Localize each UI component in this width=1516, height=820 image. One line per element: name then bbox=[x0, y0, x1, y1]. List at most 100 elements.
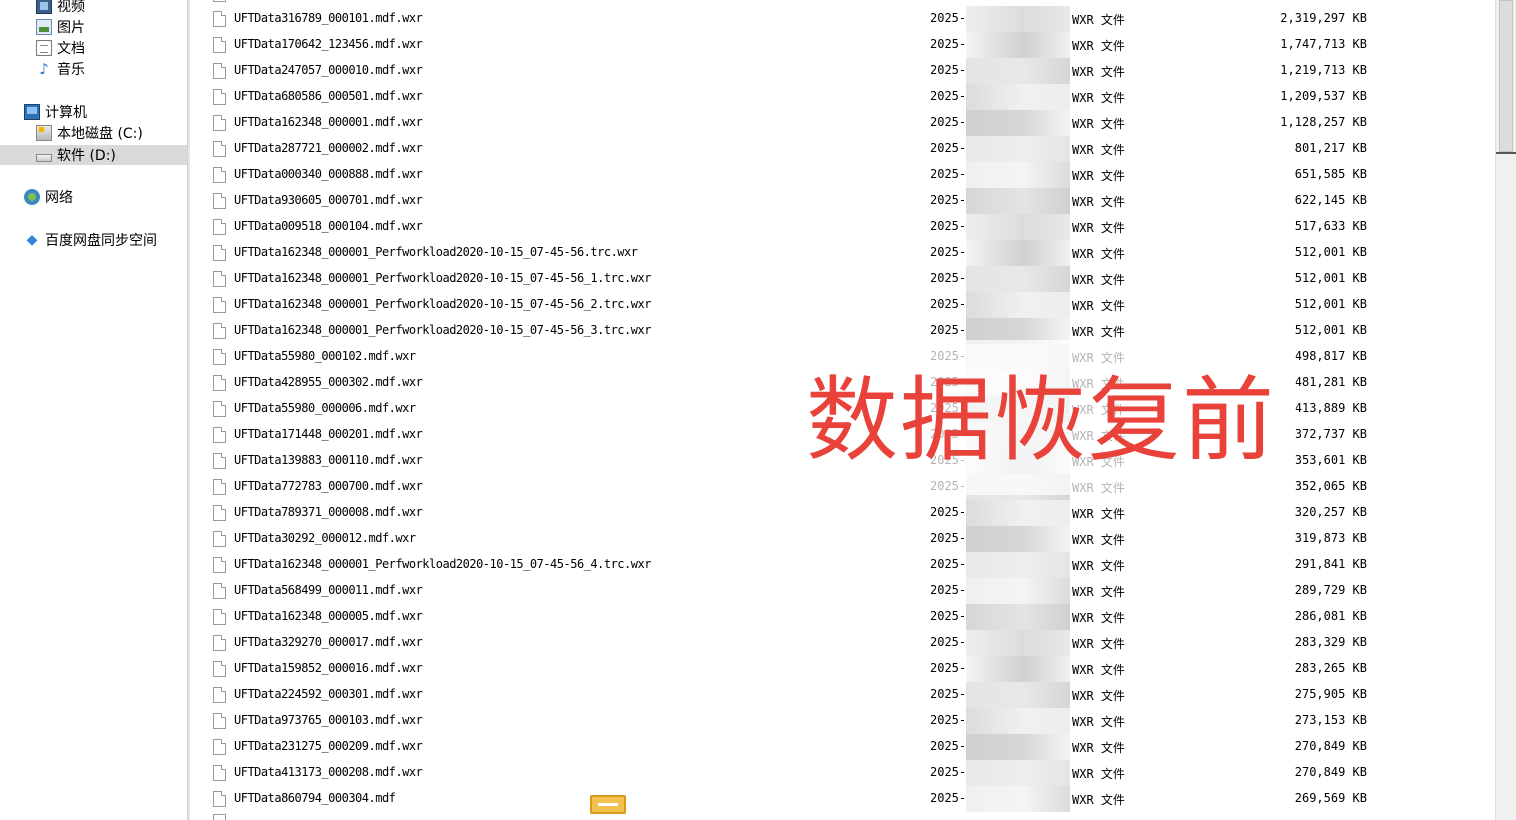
redacted-date-area bbox=[966, 32, 1070, 58]
file-name[interactable]: UFTData162348_000001_Perfworkload2020-10… bbox=[234, 323, 651, 337]
file-date: 2025- bbox=[930, 635, 967, 649]
file-name[interactable]: UFTData000340_000888.mdf.wxr bbox=[234, 167, 423, 181]
vertical-scrollbar[interactable] bbox=[1495, 0, 1516, 820]
file-date: 2025- bbox=[930, 245, 967, 259]
file-name[interactable]: UFTData162348_000001_Perfworkload2020-10… bbox=[234, 297, 651, 311]
file-date: 2025- bbox=[930, 11, 967, 25]
nav-label: 视频 bbox=[57, 0, 85, 15]
file-name[interactable]: UFTData287721_000002.mdf.wxr bbox=[234, 141, 423, 155]
redacted-date-area bbox=[966, 630, 1070, 656]
file-size: 320,257 KB bbox=[1294, 505, 1367, 519]
file-icon bbox=[213, 375, 226, 391]
nav-item-drive-d[interactable]: 软件 (D:) bbox=[0, 145, 187, 165]
file-date: 2025- bbox=[930, 505, 967, 519]
nav-label: 软件 (D:) bbox=[57, 148, 116, 164]
file-row[interactable]: UFTData930605_000701.mdf.wxr 2025- WXR 文件 6… bbox=[189, 188, 1495, 214]
file-name[interactable]: UFTData009518_000104.mdf.wxr bbox=[234, 219, 423, 233]
redacted-date-area bbox=[966, 760, 1070, 786]
file-type: WXR 文件 bbox=[1072, 39, 1125, 53]
file-name[interactable]: UFTData772783_000700.mdf.wxr bbox=[234, 479, 423, 493]
nav-label: 文档 bbox=[57, 41, 85, 57]
file-row[interactable]: UFTData30292_000012.mdf.wxr 2025- WXR 文件 31… bbox=[189, 526, 1495, 552]
nav-item-baidu-sync[interactable]: ◆ 百度网盘同步空间 bbox=[24, 230, 157, 250]
file-size: 283,329 KB bbox=[1294, 635, 1367, 649]
file-icon bbox=[213, 37, 226, 53]
file-row[interactable]: UFTData329270_000017.mdf.wxr 2025- WXR 文件 2… bbox=[189, 630, 1495, 656]
file-icon bbox=[213, 583, 226, 599]
file-size: 270,849 KB bbox=[1294, 765, 1367, 779]
file-name[interactable]: UFTData139883_000110.mdf.wxr bbox=[234, 453, 423, 467]
file-icon bbox=[213, 193, 226, 209]
nav-item-pictures[interactable]: 图片 bbox=[36, 17, 85, 37]
file-name[interactable]: UFTData973765_000103.mdf.wxr bbox=[234, 713, 423, 727]
file-name[interactable]: UFTData162348_000001_Perfworkload2020-10… bbox=[234, 271, 651, 285]
nav-label: 计算机 bbox=[45, 105, 87, 121]
file-row[interactable]: UFTData224592_000301.mdf.wxr 2025- WXR 文件 2… bbox=[189, 682, 1495, 708]
file-name[interactable]: UFTData170642_123456.mdf.wxr bbox=[234, 37, 423, 51]
file-icon bbox=[213, 219, 226, 235]
file-row[interactable]: UFTData247057_000010.mdf.wxr 2025- WXR 文件 1… bbox=[189, 58, 1495, 84]
file-row[interactable]: UFTData287721_000002.mdf.wxr 2025- WXR 文件 8… bbox=[189, 136, 1495, 162]
file-icon bbox=[213, 141, 226, 157]
file-row[interactable]: UFTData568499_000011.mdf.wxr 2025- WXR 文件 2… bbox=[189, 578, 1495, 604]
file-row[interactable]: UFTData159852_000016.mdf.wxr 2025- WXR 文件 2… bbox=[189, 656, 1495, 682]
nav-item-videos[interactable]: 视频 bbox=[36, 0, 85, 16]
file-row[interactable]: UFTData789371_000008.mdf.wxr 2025- WXR 文件 3… bbox=[189, 500, 1495, 526]
file-date: 2025- bbox=[930, 297, 967, 311]
nav-item-network[interactable]: 网络 bbox=[24, 187, 73, 207]
file-type: WXR 文件 bbox=[1072, 533, 1125, 547]
file-icon bbox=[213, 11, 226, 27]
file-icon bbox=[213, 687, 226, 703]
file-name[interactable]: UFTData413173_000208.mdf.wxr bbox=[234, 765, 423, 779]
file-name[interactable]: UFTData329270_000017.mdf.wxr bbox=[234, 635, 423, 649]
file-size: 413,889 KB bbox=[1294, 401, 1367, 415]
file-size: 1,209,537 KB bbox=[1280, 89, 1367, 103]
file-name[interactable]: UFTData224592_000301.mdf.wxr bbox=[234, 687, 423, 701]
file-name[interactable]: UFTData162348_000005.mdf.wxr bbox=[234, 609, 423, 623]
file-name[interactable]: UFTData159852_000016.mdf.wxr bbox=[234, 661, 423, 675]
file-row[interactable]: UFTData162348_000001_Perfworkload2020-10… bbox=[189, 552, 1495, 578]
file-name[interactable]: UFTData568499_000011.mdf.wxr bbox=[234, 583, 423, 597]
file-name[interactable]: UFTData930605_000701.mdf.wxr bbox=[234, 193, 423, 207]
file-type: WXR 文件 bbox=[1072, 611, 1125, 625]
file-name[interactable]: UFTData30292_000012.mdf.wxr bbox=[234, 531, 416, 545]
file-name[interactable]: UFTData316789_000101.mdf.wxr bbox=[234, 11, 423, 25]
file-row[interactable]: UFTData231275_000209.mdf.wxr 2025- WXR 文件 2… bbox=[189, 734, 1495, 760]
file-name[interactable]: UFTData231275_000209.mdf.wxr bbox=[234, 739, 423, 753]
file-name[interactable]: UFTData789371_000008.mdf.wxr bbox=[234, 505, 423, 519]
nav-item-local-disk-c[interactable]: 本地磁盘 (C:) bbox=[36, 123, 143, 143]
file-name[interactable]: UFTData171448_000201.mdf.wxr bbox=[234, 427, 423, 441]
file-row[interactable]: UFTData316789_000101.mdf.wxr 2025- WXR 文件 2… bbox=[189, 6, 1495, 32]
file-row[interactable]: UFTData162348_000001_Perfworkload2020-10… bbox=[189, 240, 1495, 266]
file-size: 291,841 KB bbox=[1294, 557, 1367, 571]
scroll-thumb[interactable] bbox=[1499, 0, 1513, 152]
redacted-date-area bbox=[966, 552, 1070, 578]
file-row[interactable]: UFTData860794_000304.mdf 2025- WXR 文件 269,5… bbox=[189, 786, 1495, 812]
file-row[interactable]: UFTData680586_000501.mdf.wxr 2025- WXR 文件 1… bbox=[189, 84, 1495, 110]
file-name[interactable]: UFTData55980_000102.mdf.wxr bbox=[234, 349, 416, 363]
nav-item-computer[interactable]: 计算机 bbox=[24, 102, 87, 122]
file-type: WXR 文件 bbox=[1072, 507, 1125, 521]
file-row[interactable]: UFTData162348_000001_Perfworkload2020-10… bbox=[189, 266, 1495, 292]
file-row[interactable]: UFTData973765_000103.mdf.wxr 2025- WXR 文件 2… bbox=[189, 708, 1495, 734]
file-row[interactable]: UFTData170642_123456.mdf.wxr 2025- WXR 文件 1… bbox=[189, 32, 1495, 58]
file-name[interactable]: UFTData428955_000302.mdf.wxr bbox=[234, 375, 423, 389]
file-row[interactable]: UFTData162348_000005.mdf.wxr 2025- WXR 文件 2… bbox=[189, 604, 1495, 630]
file-row[interactable]: UFTData009518_000104.mdf.wxr 2025- WXR 文件 5… bbox=[189, 214, 1495, 240]
file-name[interactable]: UFTData247057_000010.mdf.wxr bbox=[234, 63, 423, 77]
drive-icon bbox=[36, 154, 52, 162]
file-row[interactable]: UFTData413173_000208.mdf.wxr 2025- WXR 文件 2… bbox=[189, 760, 1495, 786]
file-row[interactable]: UFTData162348_000001_Perfworkload2020-10… bbox=[189, 292, 1495, 318]
nav-item-documents[interactable]: 文档 bbox=[36, 38, 85, 58]
file-row[interactable]: UFTData162348_000001.mdf.wxr 2025- WXR 文件 1… bbox=[189, 110, 1495, 136]
file-row[interactable]: UFTData000340_000888.mdf.wxr 2025- WXR 文件 6… bbox=[189, 162, 1495, 188]
file-name[interactable]: UFTData680586_000501.mdf.wxr bbox=[234, 89, 423, 103]
file-name[interactable]: UFTData55980_000006.mdf.wxr bbox=[234, 401, 416, 415]
file-type: WXR 文件 bbox=[1072, 741, 1125, 755]
nav-item-music[interactable]: ♪ 音乐 bbox=[36, 59, 85, 79]
file-name[interactable]: UFTData860794_000304.mdf bbox=[234, 791, 396, 805]
file-name[interactable]: UFTData162348_000001_Perfworkload2020-10… bbox=[234, 557, 651, 571]
redacted-date-area bbox=[966, 292, 1070, 318]
file-name[interactable]: UFTData162348_000001.mdf.wxr bbox=[234, 115, 423, 129]
file-name[interactable]: UFTData162348_000001_Perfworkload2020-10… bbox=[234, 245, 638, 259]
